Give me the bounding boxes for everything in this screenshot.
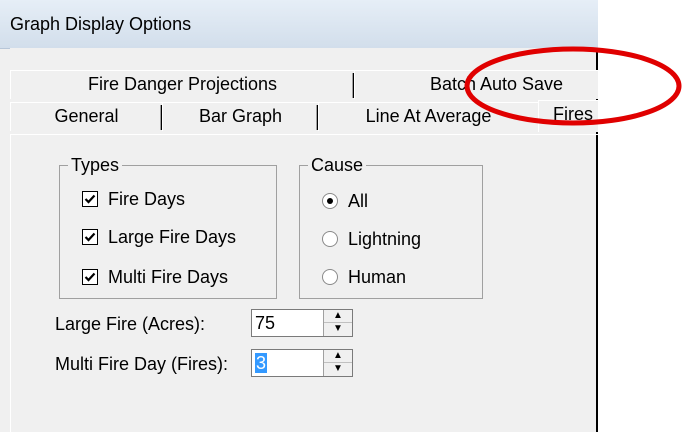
tab-label: Line At Average [365,106,492,126]
tab-label: Fires [553,104,593,124]
tab-label: Fire Danger Projections [87,74,278,94]
cause-all-radio[interactable] [322,193,338,209]
dialog-window: Graph Display Options Fire Danger Projec… [0,0,598,434]
large-fire-days-label: Large Fire Days [108,227,237,247]
large-fire-acres-label: Large Fire (Acres): [55,314,206,334]
types-group-title: Types [68,155,123,175]
tab-fire-danger-projections[interactable]: Fire Danger Projections [10,70,354,99]
multi-fire-day-label: Multi Fire Day (Fires): [55,354,229,374]
spin-down-button[interactable]: ▼ [324,363,352,376]
spin-down-button[interactable]: ▼ [324,323,352,336]
multi-fire-days-checkbox[interactable] [82,269,98,285]
dialog-client-area: Fire Danger Projections Batch Auto Save … [10,48,598,434]
fires-tab-panel: Types Fire Days Large Fire Days Multi Fi… [10,134,598,434]
window-title: Graph Display Options [10,14,192,34]
radio-selected-dot [327,198,333,204]
large-fire-acres-spinbox[interactable]: 75 ▲ ▼ [251,309,353,337]
cause-human-label: Human [348,267,407,287]
tab-label: General [54,106,119,126]
tab-fires[interactable]: Fires [538,100,598,132]
large-fire-acres-value[interactable]: 75 [255,313,275,333]
multi-fire-day-spin-buttons: ▲ ▼ [323,350,352,376]
large-fire-days-checkbox[interactable] [82,229,98,245]
fire-days-checkbox[interactable] [82,191,98,207]
cause-group-title: Cause [308,155,367,175]
multi-fire-days-label: Multi Fire Days [108,267,229,287]
large-fire-acres-spin-buttons: ▲ ▼ [323,310,352,336]
multi-fire-day-value[interactable]: 3 [255,353,268,373]
cause-lightning-radio[interactable] [322,231,338,247]
fire-days-label: Fire Days [108,189,186,209]
cause-human-radio[interactable] [322,269,338,285]
cause-all-label: All [348,191,369,211]
tab-label: Bar Graph [198,106,283,126]
spin-up-button[interactable]: ▲ [324,350,352,363]
tab-bar-graph[interactable]: Bar Graph [162,102,318,131]
multi-fire-day-spinbox[interactable]: 3 ▲ ▼ [251,349,353,377]
cause-lightning-label: Lightning [348,229,422,249]
tab-batch-auto-save[interactable]: Batch Auto Save [354,70,598,99]
tab-line-at-average[interactable]: Line At Average [318,102,538,131]
cause-group: Cause All Lightning Human [299,155,483,299]
tab-general[interactable]: General [10,102,162,131]
tab-label: Batch Auto Save [429,74,564,94]
title-bar[interactable]: Graph Display Options [0,0,598,49]
spin-up-button[interactable]: ▲ [324,310,352,323]
types-group: Types Fire Days Large Fire Days Multi Fi… [59,155,277,299]
